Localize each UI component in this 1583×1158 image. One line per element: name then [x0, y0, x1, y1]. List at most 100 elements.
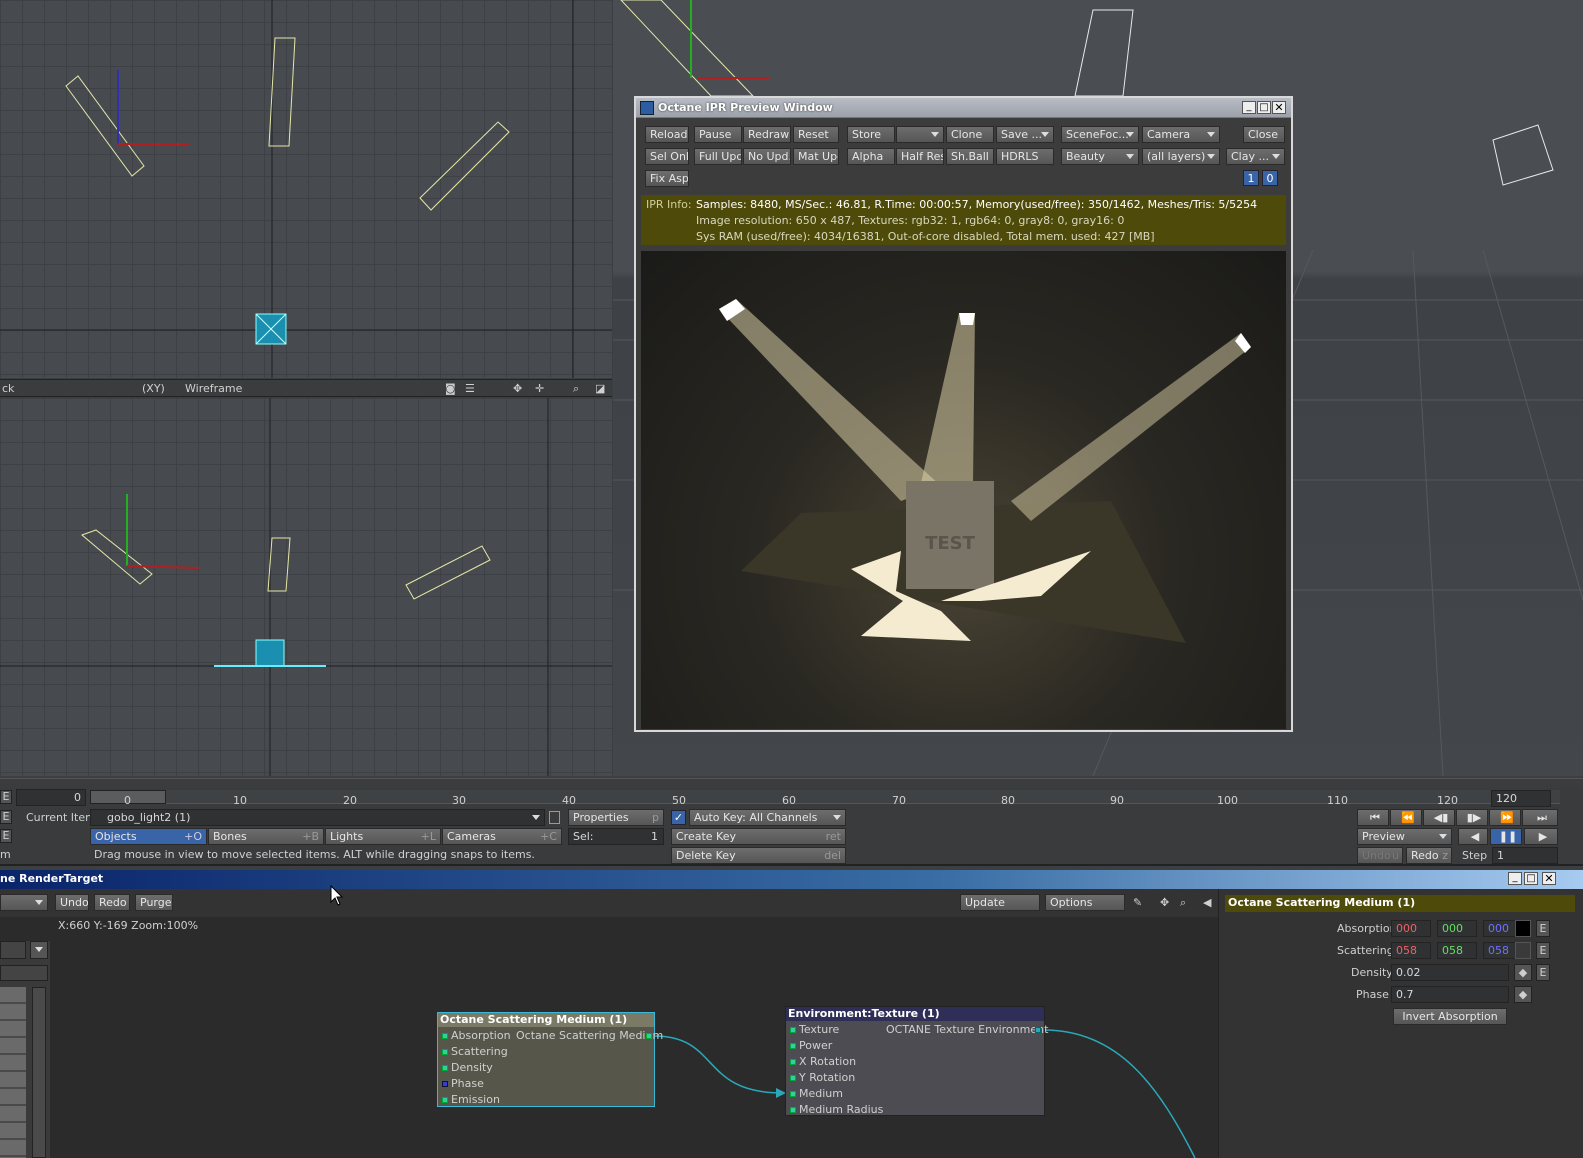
hdrls-button[interactable]: HDRLS — [996, 148, 1054, 165]
item-e-button[interactable]: E — [0, 810, 12, 824]
pause-icon[interactable]: ❚❚ — [1490, 828, 1522, 845]
step-back-icon[interactable]: ◀▮ — [1423, 809, 1455, 826]
node-editor-titlebar[interactable]: ne RenderTarget _ □ ✕ — [0, 870, 1583, 889]
absorption-envelope-button[interactable]: E — [1536, 920, 1550, 937]
scattering-swatch[interactable] — [1515, 942, 1531, 959]
shader-ball-button[interactable]: Sh.Ball — [946, 148, 994, 165]
preview-dropdown[interactable]: Preview — [1357, 828, 1452, 845]
save-dropdown[interactable]: Save ... — [996, 126, 1054, 143]
scattering-envelope-button[interactable]: E — [1536, 942, 1550, 959]
invert-absorption-button[interactable]: Invert Absorption — [1393, 1008, 1507, 1025]
delete-key-button[interactable]: Delete Key del — [671, 847, 846, 864]
density-field[interactable]: 0.02 — [1391, 964, 1509, 981]
input-port-absorption[interactable] — [442, 1033, 448, 1039]
input-port-density[interactable] — [442, 1065, 448, 1071]
pause-button[interactable]: Pause — [694, 126, 742, 143]
env-port-y-rotation[interactable] — [790, 1075, 796, 1081]
ne-maximize-button[interactable]: □ — [1524, 872, 1538, 885]
item-info-icon[interactable] — [549, 811, 560, 824]
input-port-emission[interactable] — [442, 1097, 448, 1103]
timeline-e-button[interactable]: E — [0, 790, 12, 804]
pan-icon[interactable]: ✛ — [535, 382, 544, 396]
list-icon[interactable]: ☰ — [465, 382, 475, 396]
close-button[interactable]: ✕ — [1272, 101, 1286, 114]
viewport-bottom-left[interactable] — [0, 398, 612, 776]
move-icon[interactable]: ✥ — [513, 382, 522, 396]
play-reverse-icon[interactable]: ◀ — [1458, 828, 1488, 845]
reload-button[interactable]: Reload — [645, 126, 689, 143]
redo-button[interactable]: Redo z — [1406, 847, 1452, 864]
clay-dropdown[interactable]: Clay ... — [1226, 148, 1285, 165]
redraw-button[interactable]: Redraw — [743, 126, 791, 143]
ipr-render-view[interactable]: TEST — [641, 251, 1286, 729]
store-button[interactable]: Store — [847, 126, 895, 143]
env-port-texture[interactable] — [790, 1027, 796, 1033]
full-update-button[interactable]: Full Upd. — [694, 148, 742, 165]
fix-aspect-button[interactable]: Fix Asp. — [645, 170, 689, 187]
absorption-r[interactable]: 000 — [1391, 920, 1431, 937]
tab-lights[interactable]: Lights +L — [325, 828, 441, 845]
undo-button[interactable]: Undo u — [1357, 847, 1403, 864]
scattering-r[interactable]: 058 — [1391, 942, 1431, 959]
zoom-icon[interactable]: ⌕ — [573, 382, 579, 396]
density-spinner-icon[interactable]: ◆ — [1514, 964, 1532, 981]
counter-2[interactable]: 0 — [1262, 170, 1278, 186]
clone-button[interactable]: Clone — [946, 126, 994, 143]
tab-bones[interactable]: Bones +B — [208, 828, 324, 845]
layers-dropdown[interactable]: (all layers) — [1142, 148, 1220, 165]
view-mode-dropdown[interactable]: (XY) — [142, 382, 165, 396]
render-mode-dropdown[interactable]: Wireframe — [185, 382, 242, 396]
node-environment-texture[interactable]: Environment:Texture (1) OCTANE Texture E… — [785, 1006, 1048, 1116]
reset-button[interactable]: Reset — [793, 126, 839, 143]
absorption-swatch[interactable] — [1515, 920, 1531, 937]
auto-key-dropdown[interactable]: Auto Key: All Channels — [689, 809, 846, 826]
timeline-start-field[interactable]: 0 — [16, 789, 86, 806]
scene-focus-dropdown[interactable]: SceneFoc... — [1061, 126, 1139, 143]
camera-dropdown[interactable]: Camera — [1142, 126, 1220, 143]
minimize-button[interactable]: _ — [1242, 101, 1256, 114]
mat-update-button[interactable]: Mat Upd — [793, 148, 839, 165]
half-res-button[interactable]: Half Res — [896, 148, 944, 165]
env-port-medium[interactable] — [790, 1091, 796, 1097]
env-output-port[interactable] — [1035, 1027, 1041, 1033]
node-scattering-medium[interactable]: Octane Scattering Medium (1) Octane Scat… — [437, 1012, 663, 1107]
maximize-icon[interactable]: ◪ — [595, 382, 605, 396]
tabs-e-button[interactable]: E — [0, 829, 12, 843]
timeline-end-field[interactable]: 120 — [1491, 790, 1551, 807]
ne-minimize-button[interactable]: _ — [1508, 872, 1522, 885]
output-port[interactable] — [646, 1033, 652, 1039]
env-port-x-rotation[interactable] — [790, 1059, 796, 1065]
camera-icon[interactable]: ◙ — [445, 382, 456, 396]
sel-only-button[interactable]: Sel Only — [645, 148, 689, 165]
store-slot-dropdown[interactable] — [896, 126, 944, 143]
auto-key-checkbox[interactable]: ✓ — [671, 810, 686, 825]
counter-1[interactable]: 1 — [1243, 170, 1259, 186]
ne-close-button[interactable]: ✕ — [1542, 872, 1556, 885]
alpha-button[interactable]: Alpha — [847, 148, 895, 165]
scattering-g[interactable]: 058 — [1437, 942, 1477, 959]
tab-objects[interactable]: Objects +O — [90, 828, 207, 845]
input-port-phase[interactable] — [442, 1081, 448, 1087]
tab-cameras[interactable]: Cameras +C — [442, 828, 562, 845]
input-port-scattering[interactable] — [442, 1049, 448, 1055]
absorption-g[interactable]: 000 — [1437, 920, 1477, 937]
next-key-icon[interactable]: ⏩ — [1489, 809, 1521, 826]
phase-spinner-icon[interactable]: ◆ — [1514, 986, 1532, 1003]
step-field[interactable]: 1 — [1492, 847, 1558, 864]
env-port-medium-radius[interactable] — [790, 1107, 796, 1113]
no-update-button[interactable]: No Upd. — [743, 148, 791, 165]
go-start-icon[interactable]: ⏮ — [1357, 809, 1389, 826]
create-key-button[interactable]: Create Key ret — [671, 828, 846, 845]
env-port-power[interactable] — [790, 1043, 796, 1049]
ipr-close-button[interactable]: Close — [1243, 126, 1285, 143]
render-pass-dropdown[interactable]: Beauty — [1061, 148, 1139, 165]
maximize-button[interactable]: □ — [1257, 101, 1271, 114]
properties-button[interactable]: Properties p — [568, 809, 664, 826]
density-envelope-button[interactable]: E — [1536, 964, 1550, 981]
prev-key-icon[interactable]: ⏪ — [1390, 809, 1422, 826]
viewport-top-left[interactable] — [0, 0, 612, 378]
current-item-dropdown[interactable]: gobo_light2 (1) — [90, 809, 545, 826]
phase-field[interactable]: 0.7 — [1391, 986, 1509, 1003]
play-icon[interactable]: ▶ — [1524, 828, 1558, 845]
step-forward-icon[interactable]: ▮▶ — [1456, 809, 1488, 826]
